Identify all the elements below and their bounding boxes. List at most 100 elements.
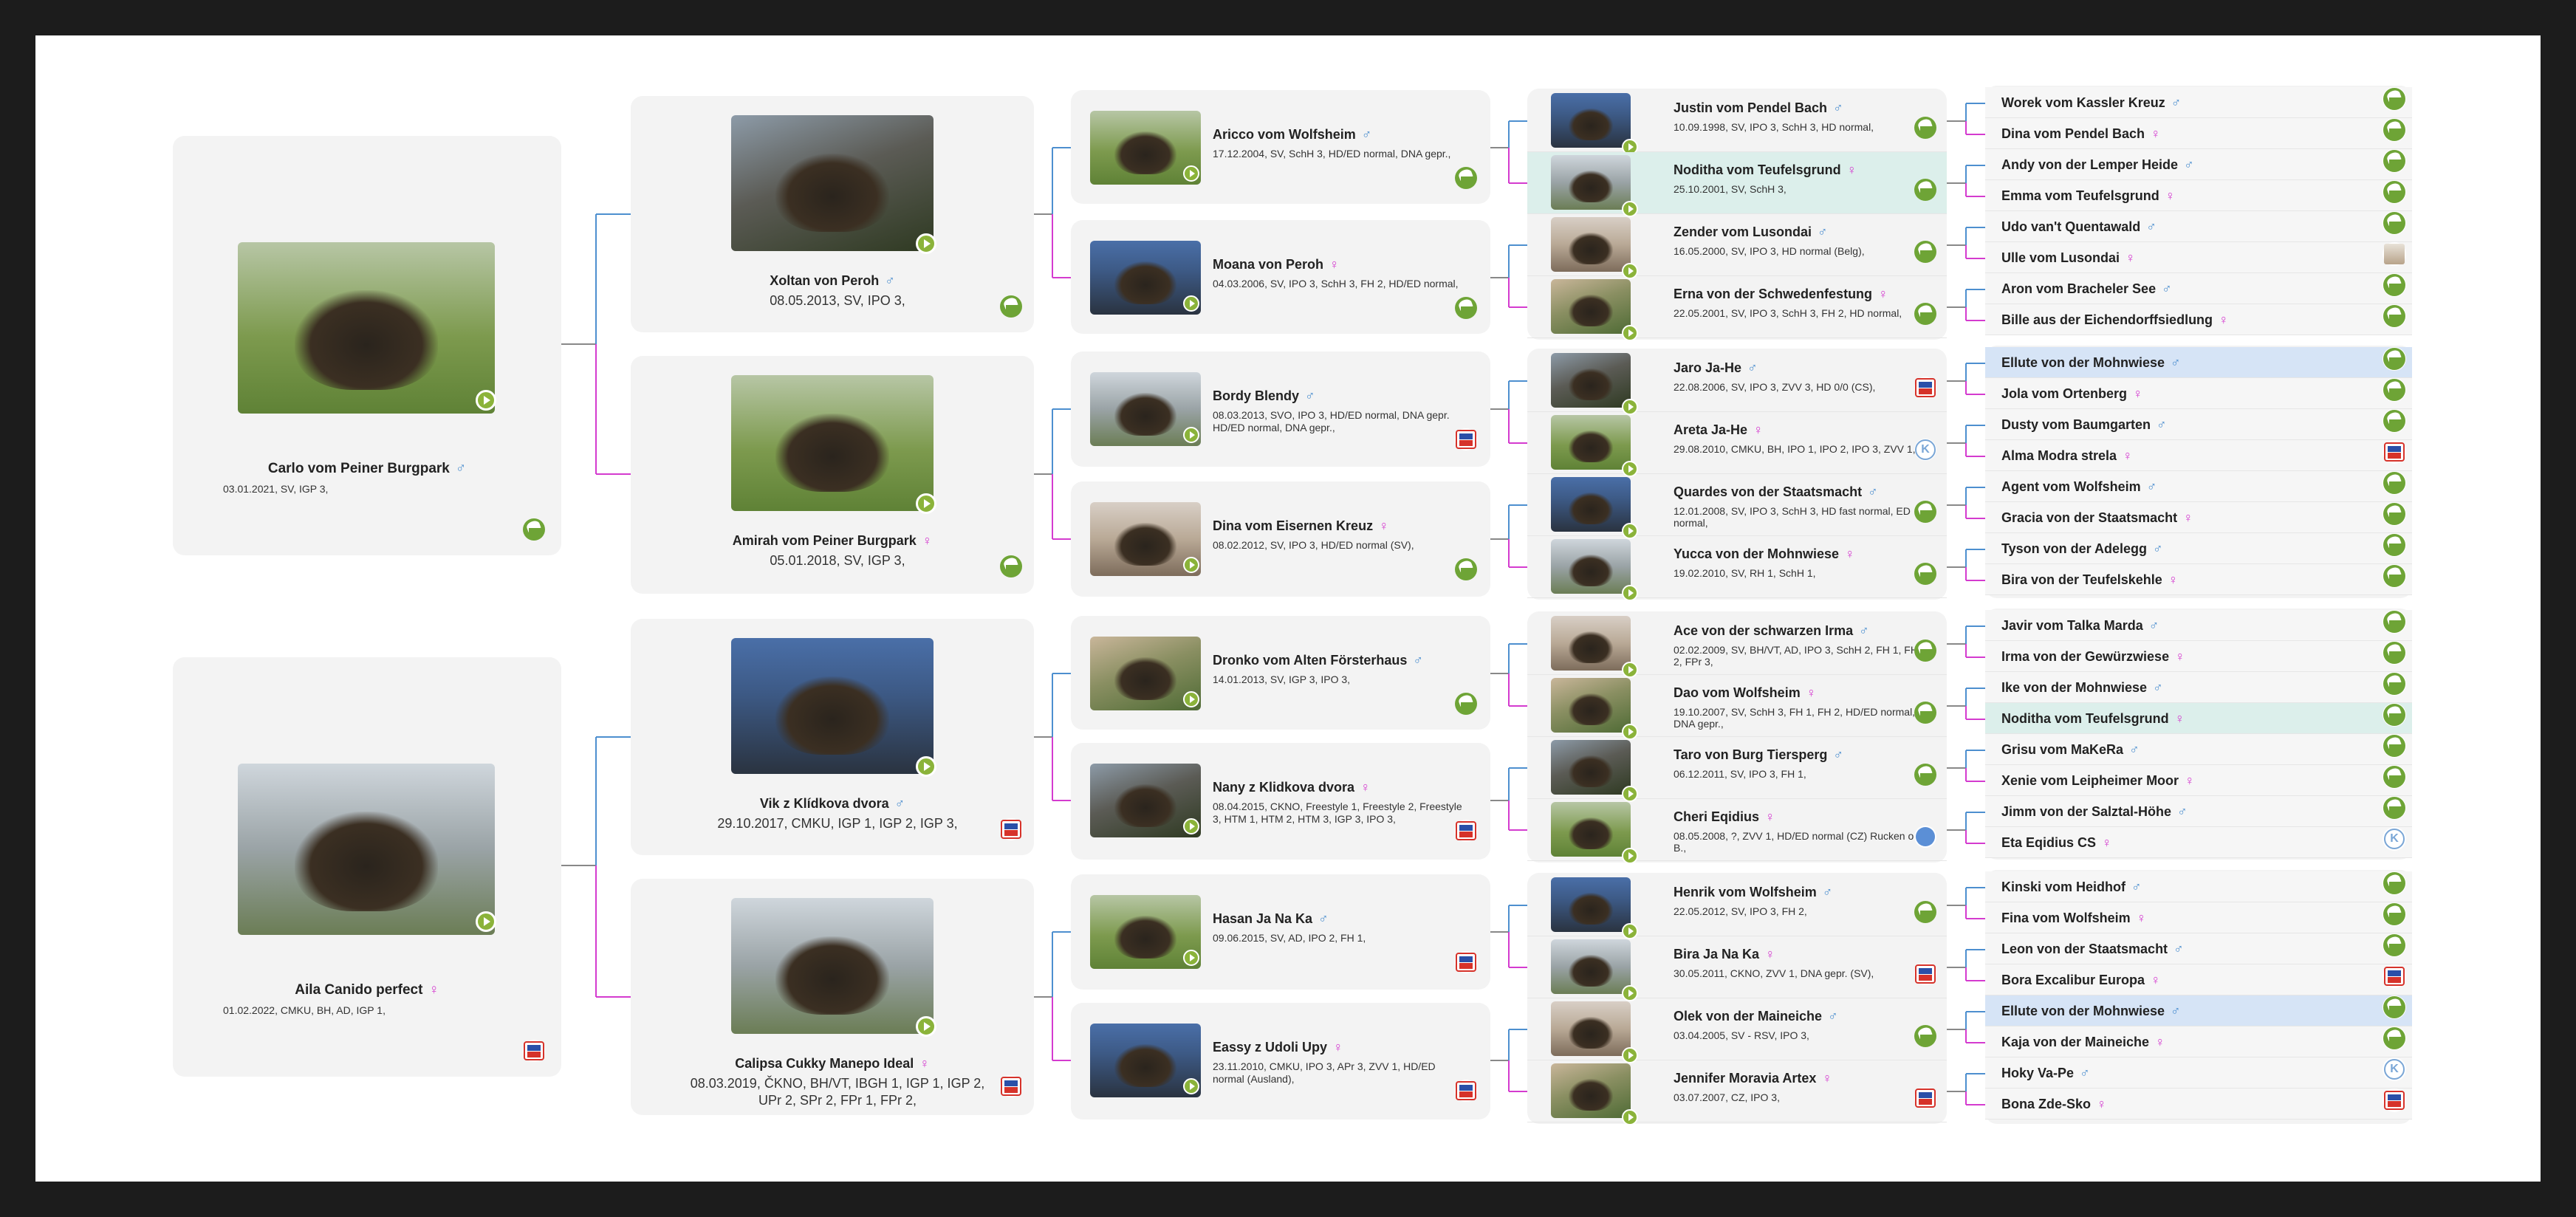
badge-sv-icon[interactable] [2383, 672, 2406, 696]
dog-photo[interactable] [1551, 539, 1631, 594]
badge-cz-icon[interactable] [1914, 963, 1936, 985]
dog-name-text[interactable]: Quardes von der Staatsmacht [1674, 484, 1862, 499]
badge-sv-icon[interactable] [2383, 902, 2406, 926]
pedigree-row-gen4[interactable]: Dao vom Wolfsheim ♀ 19.10.2007, SV, SchH 3… [1527, 675, 1947, 740]
badge-sv-icon[interactable] [2383, 471, 2406, 495]
dog-name[interactable]: Bille aus der Eichendorffsiedlung ♀ [2001, 312, 2229, 328]
badge-sv-icon[interactable] [1455, 297, 1477, 319]
play-video-icon[interactable] [1183, 557, 1199, 573]
dog-name[interactable]: Jaro Ja-He ♂ [1674, 360, 1758, 376]
badge-sv-icon[interactable] [1000, 555, 1022, 577]
dog-photo[interactable] [1551, 279, 1631, 334]
dog-photo[interactable] [1551, 155, 1631, 210]
pedigree-row-gen5[interactable]: Worek vom Kassler Kreuz ♂ [1985, 87, 2412, 118]
badge-sv-icon[interactable] [1914, 179, 1936, 201]
dog-photo[interactable] [1551, 740, 1631, 795]
dog-name-text[interactable]: Amirah vom Peiner Burgpark [733, 533, 917, 548]
dog-name-text[interactable]: Noditha vom Teufelsgrund [2001, 711, 2169, 726]
pedigree-row-gen4[interactable]: Jaro Ja-He ♂ 22.08.2006, SV, IPO 3, ZVV 3,… [1527, 350, 1947, 415]
dog-name[interactable]: Vik z Klídkova dvora ♂ [631, 796, 1034, 812]
card-gen3[interactable]: Dronko vom Alten Försterhaus ♂ 14.01.2013,… [1071, 616, 1490, 730]
dog-name-text[interactable]: Leon von der Staatsmacht [2001, 942, 2168, 956]
badge-sv-icon[interactable] [2383, 409, 2406, 433]
dog-photo[interactable] [1551, 678, 1631, 733]
dog-name-text[interactable]: Bora Excalibur Europa [2001, 973, 2145, 987]
dog-name[interactable]: Andy von der Lemper Heide ♂ [2001, 157, 2194, 173]
dog-name[interactable]: Jimm von der Salztal-Höhe ♂ [2001, 804, 2188, 820]
pedigree-row-gen4[interactable]: Erna von der Schwedenfestung ♀ 22.05.2001,… [1527, 276, 1947, 341]
dog-photo[interactable] [1551, 217, 1631, 272]
dog-name-text[interactable]: Tyson von der Adelegg [2001, 541, 2147, 556]
badge-sv-icon[interactable] [2383, 533, 2406, 557]
dog-name-text[interactable]: Ellute von der Mohnwiese [2001, 1004, 2165, 1018]
dog-name[interactable]: Areta Ja-He ♀ [1674, 422, 1764, 438]
dog-name[interactable]: Ellute von der Mohnwiese ♂ [2001, 355, 2181, 371]
pedigree-row-gen5[interactable]: Alma Modra strela ♀ [1985, 440, 2412, 471]
dog-name-text[interactable]: Hoky Va-Pe [2001, 1066, 2074, 1080]
pedigree-row-gen5[interactable]: Ellute von der Mohnwiese ♂ [1985, 995, 2412, 1026]
dog-name-text[interactable]: Jennifer Moravia Artex [1674, 1071, 1816, 1086]
badge-sv-icon[interactable] [2383, 765, 2406, 789]
badge-cz-icon[interactable] [1000, 818, 1022, 840]
badge-cz-icon[interactable] [1455, 428, 1477, 450]
dog-name[interactable]: Bira von der Teufelskehle ♀ [2001, 572, 2178, 588]
badge-cz-icon[interactable] [1914, 1087, 1936, 1109]
dog-name[interactable]: Bordy Blendy ♂ [1213, 388, 1315, 404]
dog-name[interactable]: Dao vom Wolfsheim ♀ [1674, 685, 1816, 701]
pedigree-row-gen5[interactable]: Bira von der Teufelskehle ♀ [1985, 564, 2412, 595]
pedigree-row-gen4[interactable]: Cheri Eqidius ♀ 08.05.2008, ?, ZVV 1, HD/E… [1527, 799, 1947, 864]
dog-name-text[interactable]: Cheri Eqidius [1674, 809, 1759, 824]
dog-name-text[interactable]: Eta Eqidius CS [2001, 835, 2096, 850]
badge-sv-icon[interactable] [2383, 1026, 2406, 1050]
badge-sv-icon[interactable] [2383, 149, 2406, 173]
badge-cz-icon[interactable] [1000, 1075, 1022, 1097]
pedigree-row-gen5[interactable]: Grisu vom MaKeRa ♂ [1985, 734, 2412, 765]
badge-sv-icon[interactable] [2383, 502, 2406, 526]
dog-name-text[interactable]: Areta Ja-He [1674, 422, 1747, 437]
badge-sv-icon[interactable] [2383, 378, 2406, 402]
dog-name-text[interactable]: Xenie vom Leipheimer Moor [2001, 773, 2179, 788]
card-gen2[interactable]: Calipsa Cukky Manepo Ideal ♀ 08.03.2019, Č… [631, 879, 1034, 1115]
pedigree-row-gen5[interactable]: Bona Zde-Sko ♀ [1985, 1089, 2412, 1120]
dog-photo[interactable] [731, 638, 934, 774]
pedigree-row-gen5[interactable]: Kaja von der Maineiche ♀ [1985, 1026, 2412, 1057]
dog-name-text[interactable]: Kaja von der Maineiche [2001, 1035, 2149, 1049]
pedigree-row-gen5[interactable]: Hoky Va-Pe ♂ K [1985, 1057, 2412, 1089]
play-video-icon[interactable] [1622, 1109, 1638, 1125]
dog-name[interactable]: Eta Eqidius CS ♀ [2001, 835, 2112, 851]
dog-name[interactable]: Hasan Ja Na Ka ♂ [1213, 911, 1329, 927]
dog-name-text[interactable]: Carlo vom Peiner Burgpark [268, 461, 450, 476]
dog-name[interactable]: Bira Ja Na Ka ♀ [1674, 947, 1775, 962]
pedigree-row-gen4[interactable]: Yucca von der Mohnwiese ♀ 19.02.2010, SV, … [1527, 536, 1947, 601]
dog-photo[interactable] [1551, 1001, 1631, 1056]
dog-name[interactable]: Amirah vom Peiner Burgpark ♀ [631, 533, 1034, 549]
pedigree-row-gen5[interactable]: Javir vom Talka Marda ♂ [1985, 610, 2412, 641]
card-gen3[interactable]: Nany z Klidkova dvora ♀ 08.04.2015, CKNO, … [1071, 743, 1490, 860]
dog-name[interactable]: Cheri Eqidius ♀ [1674, 809, 1775, 825]
dog-name[interactable]: Erna von der Schwedenfestung ♀ [1674, 287, 1888, 302]
dog-name-text[interactable]: Aricco vom Wolfsheim [1213, 127, 1356, 142]
pedigree-row-gen5[interactable]: Ellute von der Mohnwiese ♂ [1985, 347, 2412, 378]
dog-name-text[interactable]: Agent vom Wolfsheim [2001, 479, 2141, 494]
pedigree-row-gen4[interactable]: Olek von der Maineiche ♂ 03.04.2005, SV - … [1527, 998, 1947, 1063]
dog-name[interactable]: Leon von der Staatsmacht ♂ [2001, 942, 2184, 957]
badge-sv-icon[interactable] [2383, 703, 2406, 727]
dog-name[interactable]: Dusty vom Baumgarten ♂ [2001, 417, 2167, 433]
dog-name[interactable]: Dina vom Eisernen Kreuz ♀ [1213, 518, 1389, 534]
dog-name[interactable]: Dronko vom Alten Försterhaus ♂ [1213, 653, 1423, 668]
badge-cz-icon[interactable] [523, 1040, 545, 1062]
dog-name-text[interactable]: Dusty vom Baumgarten [2001, 417, 2151, 432]
dog-name-text[interactable]: Zender vom Lusondai [1674, 224, 1812, 239]
play-video-icon[interactable] [1183, 1078, 1199, 1094]
dog-name-text[interactable]: Ike von der Mohnwiese [2001, 680, 2147, 695]
dog-name-text[interactable]: Javir vom Talka Marda [2001, 618, 2143, 633]
pedigree-row-gen5[interactable]: Jimm von der Salztal-Höhe ♂ [1985, 796, 2412, 827]
dog-name-text[interactable]: Jaro Ja-He [1674, 360, 1741, 375]
dog-name[interactable]: Xoltan von Peroh ♂ [631, 273, 1034, 289]
dog-name-text[interactable]: Ace von der schwarzen Irma [1674, 623, 1853, 638]
dog-name[interactable]: Aron vom Bracheler See ♂ [2001, 281, 2172, 297]
dog-name[interactable]: Irma von der Gewürzwiese ♀ [2001, 649, 2185, 665]
dog-name[interactable]: Xenie vom Leipheimer Moor ♀ [2001, 773, 2195, 789]
pedigree-row-gen5[interactable]: Udo van't Quentawald ♂ [1985, 211, 2412, 242]
pedigree-row-gen5[interactable]: Tyson von der Adelegg ♂ [1985, 533, 2412, 564]
